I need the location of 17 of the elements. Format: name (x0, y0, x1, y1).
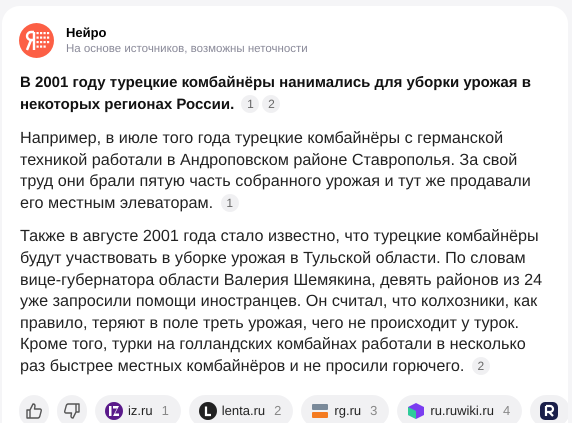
citation-badge[interactable]: 2 (472, 356, 490, 375)
source-chip[interactable]: lenta.ru 2 (188, 394, 294, 423)
assistant-title: Нейро (66, 24, 108, 40)
source-count: 4 (502, 402, 510, 420)
source-count: 1 (162, 402, 169, 420)
source-chip[interactable]: iz.ru 1 (95, 394, 181, 423)
citation-badge[interactable]: 2 (262, 95, 280, 113)
citation-badge[interactable]: 1 (241, 95, 260, 113)
source-chip[interactable]: rg.ru 3 (301, 394, 390, 423)
answer-paragraph: Например, в июле того года турецкие комбайнёры с германской техникой работали в Андроповском районе Ставрополья. За свой труд они брали пятую часть собранного урожая и тут же продавали его местным элеваторам. 1 (20, 128, 532, 214)
answer-heading: В 2001 году турецкие комбайнёры нанимались для уборки урожая в некоторых регионах России. 1 2 (20, 73, 532, 115)
source-count: 2 (274, 402, 282, 420)
source-count: 3 (370, 402, 378, 420)
disclaimer-text: На основе источников, возможны неточности (66, 42, 308, 56)
answer-paragraph: Также в августе 2001 года стало известно, что турецкие комбайнёры будут участвовать в уборке урожая в Тульской области. По словам вице-губернатора области Валерия Шемякина, девять районов из 24 уже запросили помощи иностранцев. Он считал, что колхозники, как правило, теряют в поле треть урожая, чего не происходит у турок. Кроме того, турки на голландских комбайнах работали в несколько раз быстрее местных комбайнёров и не просили горючего. 2 (20, 226, 544, 377)
source-chip[interactable]: ru.ruwiki.ru 4 (397, 394, 522, 423)
citation-badge[interactable]: 1 (220, 194, 239, 212)
